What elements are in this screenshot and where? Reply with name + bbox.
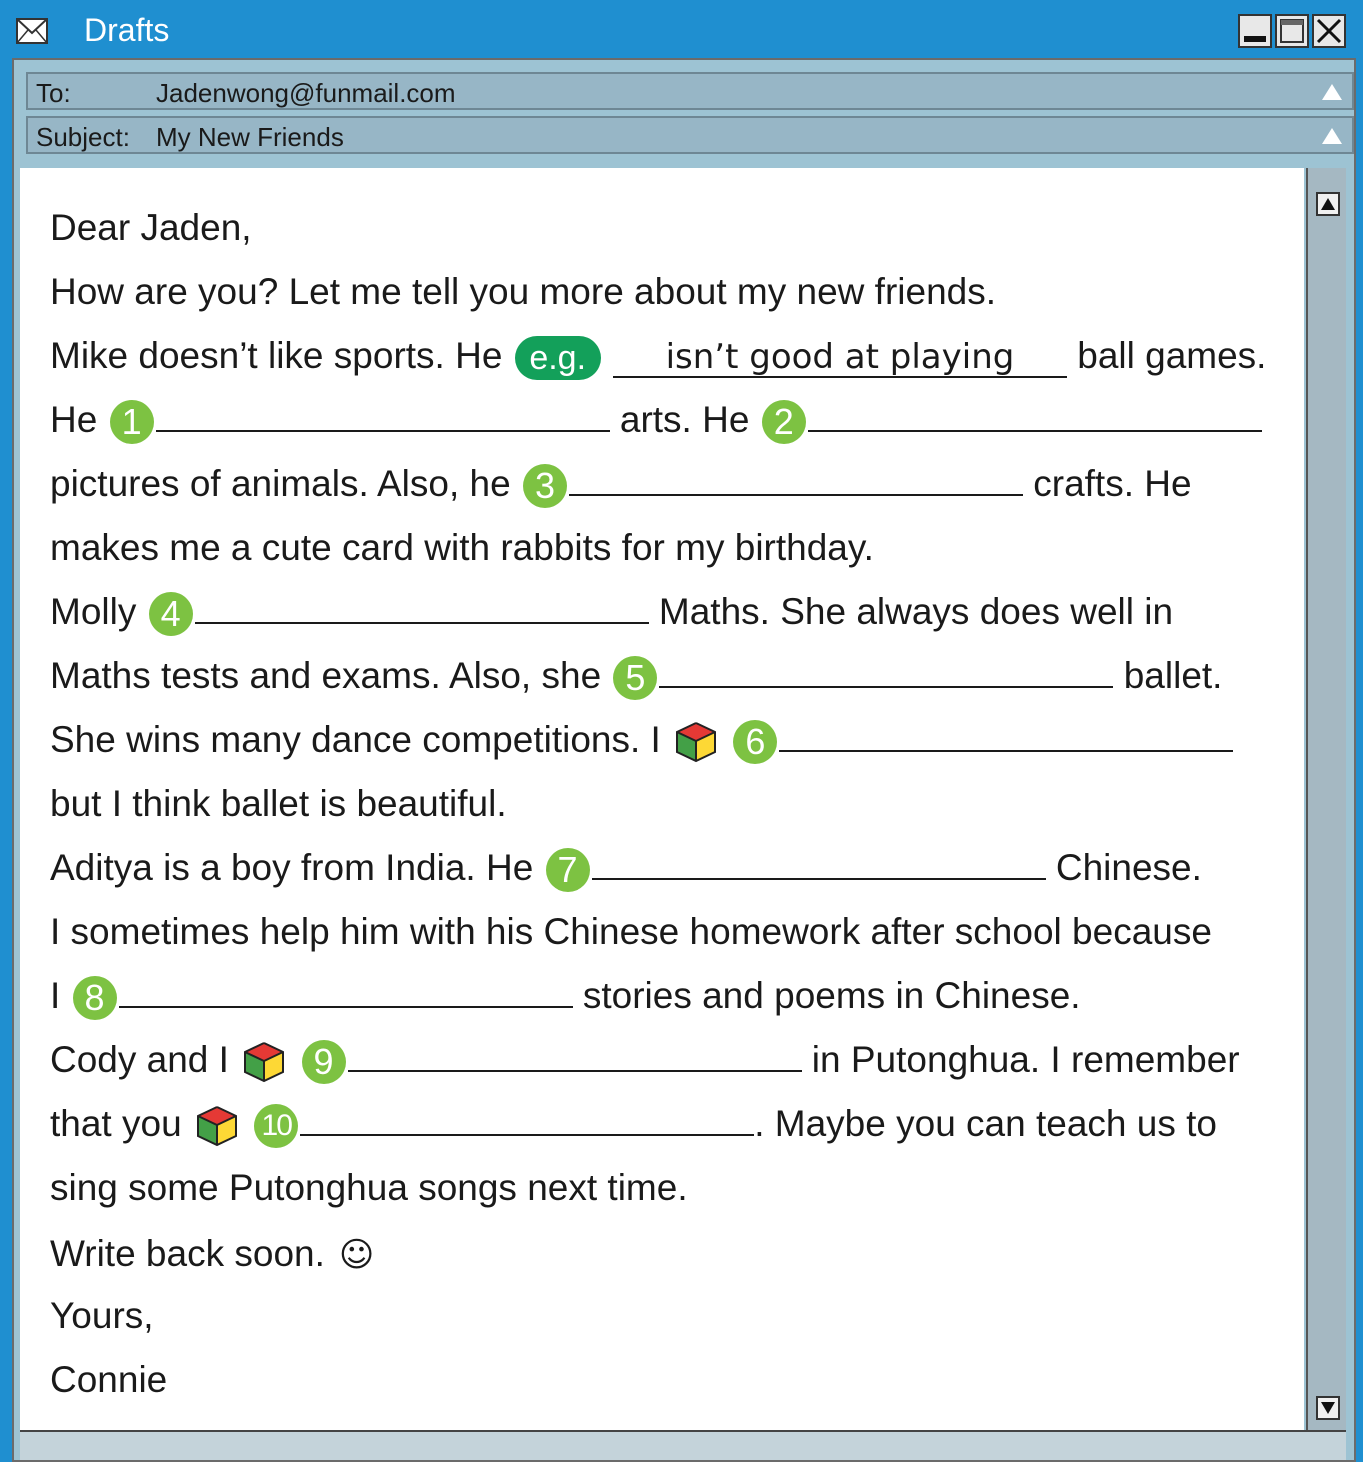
write-back-text: Write back soon.: [50, 1233, 325, 1274]
line-11-text-b: Chinese.: [1055, 847, 1202, 888]
blank-8[interactable]: [118, 976, 573, 1008]
line-8-text-b: ballet.: [1123, 655, 1223, 696]
line-14: Cody and I 9 in Putonghua. I remember: [50, 1038, 1240, 1085]
maximize-icon: [1280, 19, 1304, 43]
vertical-scrollbar[interactable]: [1306, 168, 1346, 1430]
line-9-text-a: She wins many dance competitions. I: [50, 719, 661, 760]
envelope-icon: [16, 18, 48, 44]
line-12: I sometimes help him with his Chinese ho…: [50, 911, 1212, 952]
line-16: sing some Putonghua songs next time.: [50, 1167, 688, 1208]
line-7-text-a: Molly: [50, 591, 137, 632]
number-badge-8: 8: [72, 976, 117, 1021]
subject-label: Subject:: [36, 122, 130, 152]
number-badge-9: 9: [301, 1040, 346, 1085]
number-badge-7: 7: [545, 848, 590, 893]
line-15: that you 10 . Maybe you can teach us to: [50, 1102, 1217, 1149]
status-bar: [20, 1430, 1346, 1460]
maximize-button[interactable]: [1275, 14, 1309, 48]
title-bar: Drafts: [0, 0, 1363, 60]
line-3-text-a: Mike doesn’t like sports. He: [50, 335, 503, 376]
to-expand-arrow-icon[interactable]: [1322, 84, 1342, 100]
line-9: She wins many dance competitions. I 6: [50, 718, 1234, 765]
closing: Yours,: [50, 1295, 154, 1336]
line-15-text-b: . Maybe you can teach us to: [754, 1103, 1217, 1144]
line-13: I 8 stories and poems in Chinese.: [50, 974, 1081, 1021]
blank-3[interactable]: [568, 464, 1023, 496]
line-4: He 1 arts. He 2: [50, 398, 1262, 445]
blank-9[interactable]: [347, 1040, 802, 1072]
line-4-text-b: arts. He: [619, 399, 750, 440]
blank-4[interactable]: [194, 592, 649, 624]
line-10: but I think ballet is beautiful.: [50, 783, 507, 824]
signature: Connie: [50, 1359, 168, 1400]
number-badge-2: 2: [761, 400, 806, 445]
line-5: pictures of animals. Also, he 3 crafts. …: [50, 462, 1192, 509]
line-11-text-a: Aditya is a boy from India. He: [50, 847, 534, 888]
close-button[interactable]: [1312, 14, 1346, 48]
rubiks-cube-icon: [676, 722, 717, 763]
blank-7[interactable]: [591, 848, 1046, 880]
blank-2[interactable]: [807, 400, 1262, 432]
smiley-icon: ☺: [338, 1235, 375, 1275]
rubiks-cube-icon: [244, 1042, 285, 1083]
line-6: makes me a cute card with rabbits for my…: [50, 527, 874, 568]
greeting: Dear Jaden,: [50, 207, 252, 248]
number-badge-5: 5: [613, 656, 658, 701]
line-14-text-b: in Putonghua. I remember: [811, 1039, 1240, 1080]
minimize-icon: [1244, 36, 1266, 42]
line-8-text-a: Maths tests and exams. Also, she: [50, 655, 602, 696]
line-13-text-a: I: [50, 975, 61, 1016]
scroll-up-arrow-icon[interactable]: [1316, 192, 1340, 216]
subject-value[interactable]: My New Friends: [156, 122, 344, 153]
line-4-text-a: He: [50, 399, 98, 440]
line-7-text-b: Maths. She always does well in: [658, 591, 1174, 632]
line-17: Write back soon. ☺: [50, 1232, 374, 1277]
close-icon: [1316, 18, 1342, 44]
subject-field[interactable]: Subject: My New Friends: [26, 116, 1354, 154]
line-13-text-b: stories and poems in Chinese.: [582, 975, 1081, 1016]
example-answer: isn’t good at playing: [612, 338, 1067, 378]
minimize-button[interactable]: [1238, 14, 1272, 48]
number-badge-3: 3: [522, 464, 567, 509]
blank-6[interactable]: [779, 720, 1234, 752]
line-14-text-a: Cody and I: [50, 1039, 229, 1080]
subject-expand-arrow-icon[interactable]: [1322, 128, 1342, 144]
blank-5[interactable]: [659, 656, 1114, 688]
example-badge: e.g.: [514, 336, 601, 381]
blank-1[interactable]: [155, 400, 610, 432]
line-11: Aditya is a boy from India. He 7 Chinese…: [50, 846, 1202, 893]
to-field[interactable]: To: Jadenwong@funmail.com: [26, 72, 1354, 110]
number-badge-10: 10: [254, 1104, 299, 1149]
scroll-down-arrow-icon[interactable]: [1316, 1396, 1340, 1420]
line-7: Molly 4 Maths. She always does well in: [50, 590, 1174, 637]
to-label: To:: [36, 78, 71, 108]
line-5-text-b: crafts. He: [1033, 463, 1192, 504]
number-badge-1: 1: [109, 400, 154, 445]
line-15-text-a: that you: [50, 1103, 182, 1144]
number-badge-6: 6: [733, 720, 778, 765]
line-3-text-b: ball games.: [1077, 335, 1267, 376]
number-badge-4: 4: [148, 592, 193, 637]
to-value[interactable]: Jadenwong@funmail.com: [156, 78, 456, 109]
rubiks-cube-icon: [196, 1106, 237, 1147]
intro-line: How are you? Let me tell you more about …: [50, 271, 997, 312]
line-3: Mike doesn’t like sports. He e.g. isn’t …: [50, 334, 1267, 381]
line-5-text-a: pictures of animals. Also, he: [50, 463, 511, 504]
window-title: Drafts: [84, 12, 170, 48]
line-8: Maths tests and exams. Also, she 5 balle…: [50, 654, 1223, 701]
blank-10[interactable]: [300, 1104, 755, 1136]
